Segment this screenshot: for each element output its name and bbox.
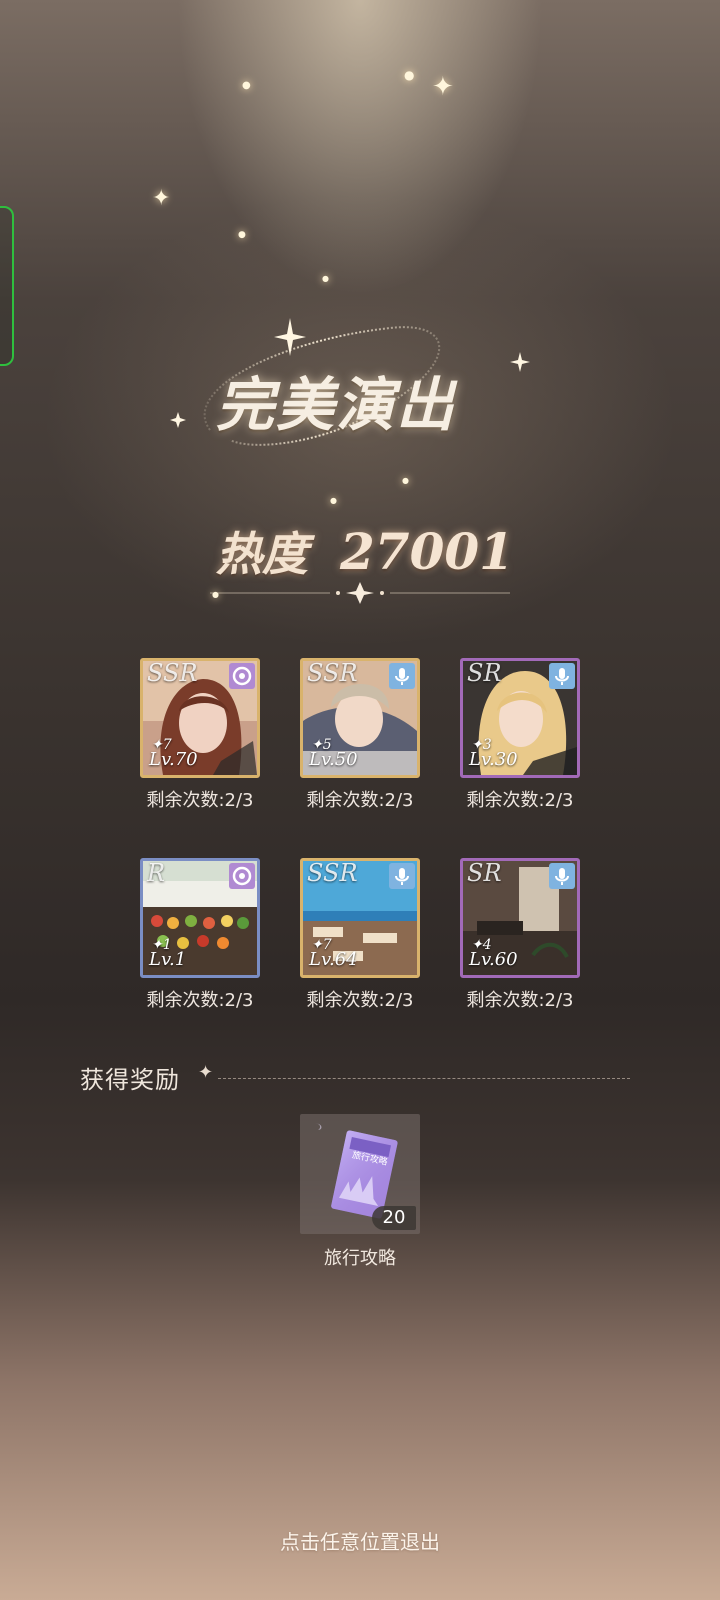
card-frame: SSR ✦7 Lv.64 bbox=[300, 858, 420, 978]
reward-count: 20 bbox=[372, 1206, 416, 1230]
remaining-count: 剩余次数:2/3 bbox=[466, 990, 574, 1011]
card-slot[interactable]: SSR ✦5 Lv.50 剩余次数:2/3 bbox=[300, 658, 420, 811]
rarity-label: SSR bbox=[147, 659, 198, 687]
sparkle-icon: ● bbox=[238, 230, 246, 240]
card-frame: SSR ✦5 Lv.50 bbox=[300, 658, 420, 778]
sparkle-icon: ● bbox=[330, 496, 337, 505]
heat-value: 27001 bbox=[340, 522, 514, 581]
sparkle-icon: ✦ bbox=[432, 72, 454, 102]
reward-name: 旅行攻略 bbox=[324, 1248, 396, 1269]
sparkle-icon: ● bbox=[402, 476, 409, 485]
rarity-label: R bbox=[147, 859, 166, 887]
sparkle-icon: ● bbox=[322, 274, 329, 283]
card-frame: SR ✦3 Lv.30 bbox=[460, 658, 580, 778]
card-level: Lv.70 bbox=[149, 749, 198, 770]
microphone-icon bbox=[389, 863, 415, 889]
rewards-header: 获得奖励 ✦ bbox=[80, 1060, 640, 1096]
microphone-icon bbox=[549, 863, 575, 889]
vision-eye-icon bbox=[229, 863, 255, 889]
heat-score: 热度 27001 bbox=[200, 512, 520, 612]
card-level: Lv.30 bbox=[469, 749, 518, 770]
sparkle-icon: ● bbox=[404, 68, 415, 82]
card-level: Lv.64 bbox=[309, 949, 358, 970]
divider bbox=[218, 1078, 630, 1079]
card-slot[interactable]: SSR ✦7 Lv.64 剩余次数:2/3 bbox=[300, 858, 420, 1011]
reward-item[interactable]: 旅行攻略 20 bbox=[300, 1114, 420, 1234]
vision-eye-icon bbox=[229, 663, 255, 689]
microphone-icon bbox=[549, 663, 575, 689]
heat-label: 热度 bbox=[216, 527, 308, 581]
card-level: Lv.50 bbox=[309, 749, 358, 770]
remaining-count: 剩余次数:2/3 bbox=[306, 990, 414, 1011]
card-slot[interactable]: SSR ✦7 Lv.70 剩余次数:2/3 bbox=[140, 658, 260, 811]
rarity-label: SR bbox=[467, 659, 502, 687]
card-level: Lv.1 bbox=[149, 949, 187, 970]
card-level: Lv.60 bbox=[469, 949, 518, 970]
remaining-count: 剩余次数:2/3 bbox=[146, 990, 254, 1011]
remaining-count: 剩余次数:2/3 bbox=[466, 790, 574, 811]
card-slot[interactable]: R ✦1 Lv.1 剩余次数:2/3 bbox=[140, 858, 260, 1011]
sparkle-icon: ● bbox=[242, 80, 251, 91]
side-floating-tab[interactable] bbox=[0, 206, 14, 366]
remaining-count: 剩余次数:2/3 bbox=[306, 790, 414, 811]
rarity-label: SR bbox=[467, 859, 502, 887]
sparkle-icon: ✦ bbox=[198, 1062, 214, 1083]
sparkle-icon: ✦ bbox=[152, 186, 171, 211]
card-slot[interactable]: SR ✦4 Lv.60 剩余次数:2/3 bbox=[460, 858, 580, 1011]
title-text: 完美演出 bbox=[216, 371, 457, 439]
rewards-title: 获得奖励 bbox=[80, 1066, 180, 1094]
sparkle-icon: ● bbox=[212, 590, 219, 599]
rarity-label: SSR bbox=[307, 859, 358, 887]
card-frame: SR ✦4 Lv.60 bbox=[460, 858, 580, 978]
card-slot[interactable]: SR ✦3 Lv.30 剩余次数:2/3 bbox=[460, 658, 580, 811]
remaining-count: 剩余次数:2/3 bbox=[146, 790, 254, 811]
exit-hint: 点击任意位置退出 bbox=[280, 1530, 440, 1554]
rarity-label: SSR bbox=[307, 659, 358, 687]
card-frame: R ✦1 Lv.1 bbox=[140, 858, 260, 978]
ornament-divider-icon bbox=[210, 582, 510, 604]
microphone-icon bbox=[389, 663, 415, 689]
card-frame: SSR ✦7 Lv.70 bbox=[140, 658, 260, 778]
perfect-performance-title: 完美演出 bbox=[160, 300, 560, 470]
